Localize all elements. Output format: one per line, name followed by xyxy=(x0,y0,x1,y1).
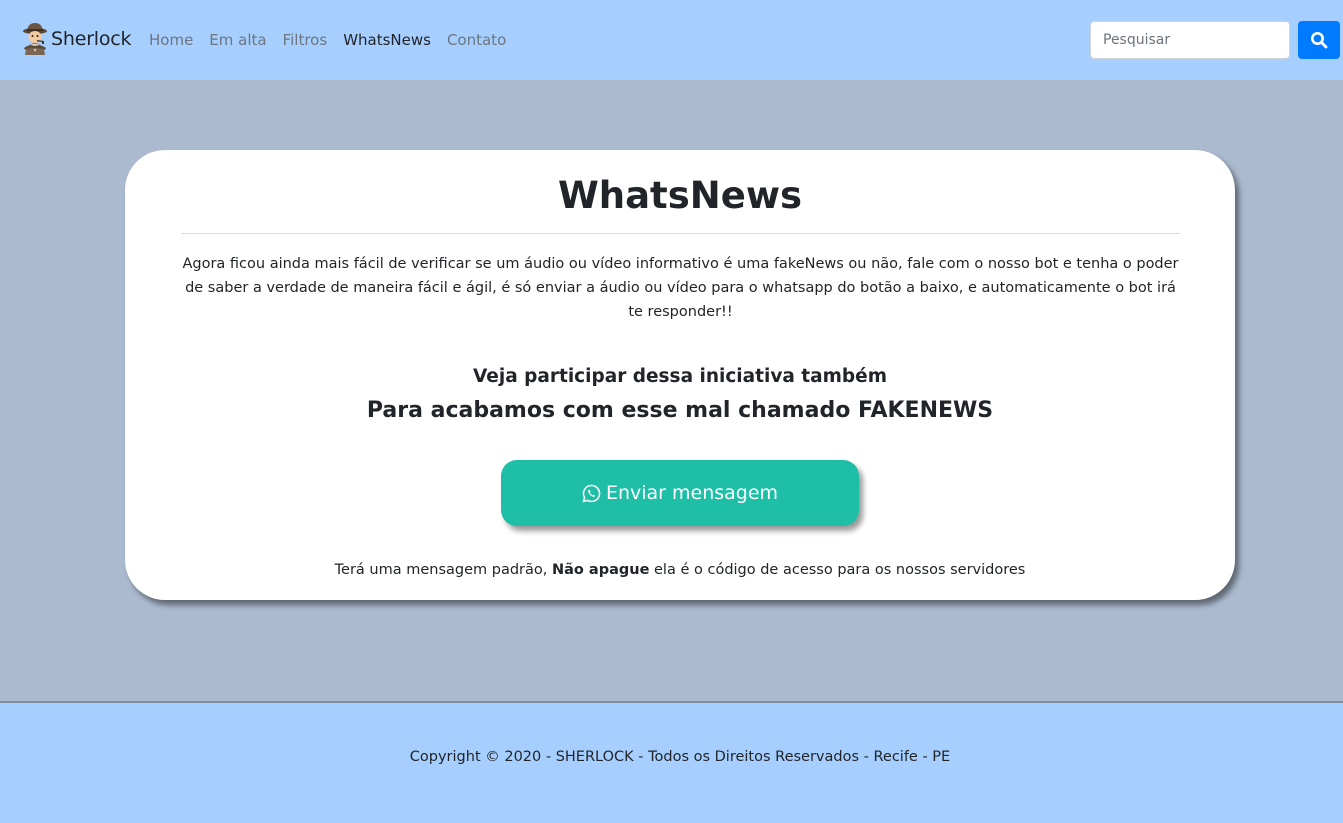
detective-icon xyxy=(23,23,47,55)
description-text: Agora ficou ainda mais fácil de verifica… xyxy=(182,256,1179,320)
subtitle-invite: Veja participar dessa iniciativa também xyxy=(473,366,887,387)
send-message-button[interactable]: Enviar mensagem xyxy=(501,460,859,526)
whatsapp-icon xyxy=(582,484,601,503)
subtitle-fakenews: Para acabamos com esse mal chamado FAKEN… xyxy=(366,398,994,423)
search-button[interactable] xyxy=(1298,21,1340,59)
main-nav: Home Em alta Filtros WhatsNews Contato xyxy=(149,31,522,49)
nav-item-whatsnews[interactable]: WhatsNews xyxy=(343,31,431,49)
nav-item-home[interactable]: Home xyxy=(149,31,193,49)
title-divider xyxy=(181,233,1180,234)
nav-item-filtros[interactable]: Filtros xyxy=(283,31,328,49)
send-message-label: Enviar mensagem xyxy=(605,482,779,504)
nav-item-em-alta[interactable]: Em alta xyxy=(209,31,266,49)
footer: Copyright © 2020 - SHERLOCK - Todos os D… xyxy=(0,701,1343,823)
nav-item-contato[interactable]: Contato xyxy=(447,31,506,49)
note-prefix: Terá uma mensagem padrão, xyxy=(334,562,548,578)
brand-name: Sherlock xyxy=(51,28,132,50)
note-bold: Não apague xyxy=(551,562,650,578)
brand-link[interactable]: Sherlock xyxy=(20,22,132,56)
navbar: Sherlock Home Em alta Filtros WhatsNews … xyxy=(0,0,1343,80)
search-input[interactable] xyxy=(1090,21,1290,59)
copyright-text: Copyright © 2020 - SHERLOCK - Todos os D… xyxy=(409,749,951,765)
page-title: WhatsNews xyxy=(557,174,803,217)
note-suffix: ela é o código de acesso para os nossos … xyxy=(654,562,1026,578)
search-icon xyxy=(1311,32,1328,49)
default-message-note: Terá uma mensagem padrão, Não apague ela… xyxy=(0,559,1343,581)
